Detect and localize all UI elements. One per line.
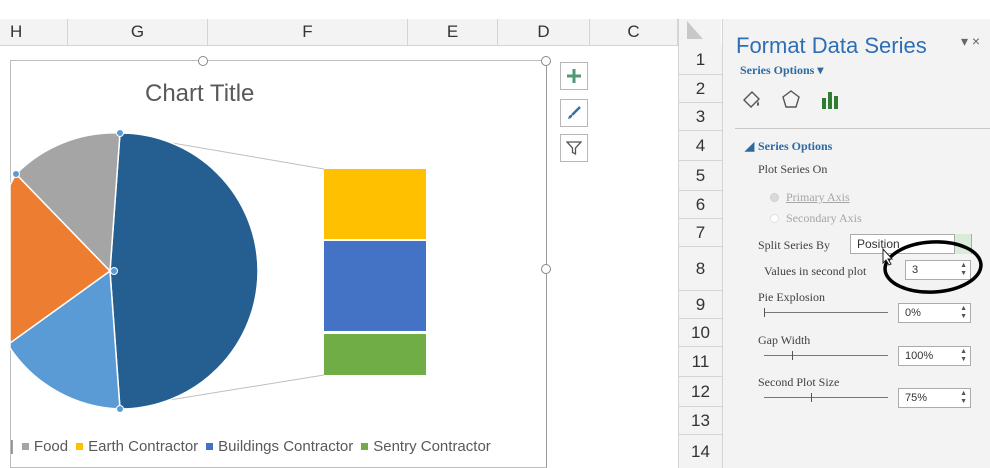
second-plot-size-label: Second Plot Size <box>758 375 840 389</box>
effects-icon[interactable] <box>780 88 802 110</box>
primary-axis-radio[interactable] <box>770 193 779 202</box>
chart-filters-button[interactable] <box>560 134 588 162</box>
pie-of-bar-chart <box>10 129 426 413</box>
row-header-4[interactable]: 4 <box>679 131 722 161</box>
secondary-axis-radio[interactable] <box>770 214 779 223</box>
row-header-13[interactable]: 13 <box>679 407 722 435</box>
row-header-bar: 1 2 3 4 5 6 7 8 9 10 11 12 13 14 <box>678 45 723 468</box>
pie-explosion-slider[interactable] <box>764 308 888 317</box>
gap-width-label: Gap Width <box>758 333 811 347</box>
row-header-7[interactable]: 7 <box>679 219 722 247</box>
slice-handle[interactable] <box>110 267 118 275</box>
bar-segment-blue[interactable] <box>324 241 426 331</box>
spinner-arrows-icon[interactable]: ▲ ▼ <box>960 305 967 321</box>
row-header-11[interactable]: 11 <box>679 347 722 377</box>
annotation-ellipse <box>883 240 983 294</box>
plus-icon <box>567 69 581 83</box>
row-header-1[interactable]: 1 <box>679 45 722 75</box>
legend-swatch-earth <box>76 443 84 450</box>
select-all-corner[interactable] <box>678 19 721 45</box>
bar-segment-green[interactable] <box>324 334 426 375</box>
row-header-8[interactable]: 8 <box>679 247 722 291</box>
chart-resize-handle-top[interactable] <box>198 56 208 66</box>
slider-thumb[interactable] <box>764 308 765 317</box>
values-in-second-plot-label: Values in second plot <box>764 264 867 278</box>
secondary-axis-label: Secondary Axis <box>786 211 862 225</box>
pie-explosion-label: Pie Explosion <box>758 290 826 304</box>
bar-segment-yellow[interactable] <box>324 169 426 239</box>
column-header-g[interactable]: G <box>68 19 208 45</box>
row-header-2[interactable]: 2 <box>679 75 722 103</box>
gap-width-spinner[interactable]: 100% ▲ ▼ <box>898 346 971 366</box>
legend-label-sentry: Sentry Contractor <box>373 438 491 455</box>
legend-label-food: Food <box>33 438 69 455</box>
row-header-12[interactable]: 12 <box>679 377 722 407</box>
mouse-cursor-icon <box>882 248 894 266</box>
gap-width-slider[interactable] <box>764 351 888 360</box>
pane-divider <box>735 128 990 129</box>
pane-title: Format Data Series <box>736 33 927 58</box>
spinner-arrows-icon[interactable]: ▲ ▼ <box>960 390 967 406</box>
legend-swatch-food <box>21 443 29 450</box>
slice-handle[interactable] <box>116 129 124 137</box>
row-header-5[interactable]: 5 <box>679 161 722 191</box>
legend-swatch-sentry <box>361 443 369 450</box>
slice-handle[interactable] <box>116 405 124 413</box>
column-header-h[interactable]: H <box>0 19 68 45</box>
series-options-dropdown[interactable]: Series Options ▾ <box>740 63 823 78</box>
column-header-e[interactable]: E <box>408 19 498 45</box>
chart-resize-handle-right[interactable] <box>541 264 551 274</box>
legend-label-earth: Earth Contractor <box>88 438 199 455</box>
chart-elements-button[interactable] <box>560 62 588 90</box>
spinner-arrows-icon[interactable]: ▲ ▼ <box>960 348 967 364</box>
legend-label-buildings: Buildings Contractor <box>218 438 354 455</box>
brush-icon <box>568 106 581 119</box>
legend-swatch-buildings <box>206 443 214 450</box>
chart-title[interactable]: Chart Title <box>145 80 254 108</box>
row-header-3[interactable]: 3 <box>679 103 722 131</box>
fill-line-icon[interactable] <box>741 88 763 110</box>
section-collapse-arrow[interactable]: ◢ <box>745 139 754 154</box>
pie-explosion-spinner[interactable]: 0% ▲ ▼ <box>898 303 971 323</box>
column-header-bar: H G F E D C <box>0 19 720 46</box>
chart-resize-handle-top-right[interactable] <box>541 56 551 66</box>
row-header-14[interactable]: 14 <box>679 435 722 468</box>
slider-thumb[interactable] <box>792 351 793 360</box>
second-plot-size-slider[interactable] <box>764 393 888 402</box>
pane-close-controls[interactable]: ▾ × <box>961 33 980 50</box>
series-options-icon[interactable] <box>820 90 842 110</box>
slice-handle[interactable] <box>12 170 20 178</box>
split-series-by-label: Split Series By <box>758 238 831 252</box>
primary-axis-label: Primary Axis <box>786 190 850 204</box>
plot-series-on-label: Plot Series On <box>758 162 828 176</box>
filter-icon <box>566 141 582 156</box>
row-header-10[interactable]: 10 <box>679 319 722 347</box>
column-header-d[interactable]: D <box>498 19 590 45</box>
column-header-f[interactable]: F <box>208 19 408 45</box>
row-header-6[interactable]: 6 <box>679 191 722 219</box>
section-header-series-options[interactable]: Series Options <box>758 139 832 154</box>
second-plot-size-spinner[interactable]: 75% ▲ ▼ <box>898 388 971 408</box>
slider-thumb[interactable] <box>811 393 812 402</box>
row-header-9[interactable]: 9 <box>679 291 722 319</box>
pie-explosion-value: 0% <box>905 307 921 319</box>
column-header-c[interactable]: C <box>590 19 678 45</box>
gap-width-value: 100% <box>905 350 934 362</box>
second-plot-size-value: 75% <box>905 392 928 404</box>
chart-styles-button[interactable] <box>560 99 588 127</box>
pie-slice-dark-blue[interactable] <box>109 132 259 410</box>
chart-legend[interactable]: | Food Earth Contractor Buildings Contracto… <box>10 438 491 455</box>
